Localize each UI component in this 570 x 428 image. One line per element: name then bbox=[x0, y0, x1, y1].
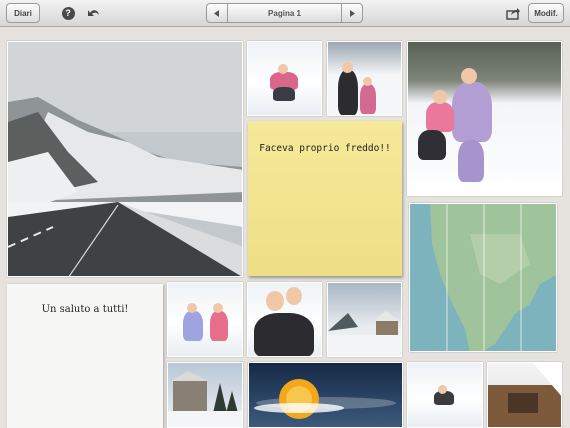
sun-cloud-icon bbox=[254, 379, 396, 419]
two-girls-snow-photo[interactable] bbox=[407, 41, 562, 196]
cabin-interior-image bbox=[488, 363, 561, 427]
jackets bbox=[254, 313, 314, 356]
yellow-note-text: Faceva proprio freddo!! bbox=[259, 143, 391, 154]
paper-note[interactable]: Un saluto a tutti! bbox=[7, 284, 163, 428]
face bbox=[286, 287, 302, 305]
triangle-left-icon bbox=[214, 9, 219, 17]
question-mark-circle-icon: ? bbox=[61, 6, 75, 20]
road-mountain-photo[interactable] bbox=[7, 41, 243, 277]
face bbox=[266, 291, 284, 311]
child-figure bbox=[183, 311, 203, 341]
child-head bbox=[438, 385, 447, 394]
page-navigator: Pagina 1 bbox=[206, 3, 363, 23]
previous-page-button[interactable] bbox=[206, 3, 228, 23]
map-card[interactable] bbox=[409, 203, 557, 352]
girl-head bbox=[461, 68, 477, 84]
road-mountain-image bbox=[8, 42, 242, 276]
child-head bbox=[187, 303, 197, 313]
kids-arms-out-photo[interactable] bbox=[167, 282, 243, 357]
child-legs bbox=[273, 87, 295, 101]
child-figure bbox=[360, 84, 376, 114]
yellow-sticky-note[interactable]: Faceva proprio freddo!! bbox=[248, 121, 402, 276]
child-figure bbox=[210, 311, 228, 341]
child-head bbox=[278, 64, 288, 74]
couple-selfie-photo[interactable] bbox=[247, 282, 322, 357]
edit-button[interactable]: Modif. bbox=[528, 3, 564, 23]
child-head bbox=[213, 303, 223, 313]
child-dark-pants bbox=[418, 130, 446, 160]
undo-arrow-icon bbox=[88, 9, 99, 16]
adult-head bbox=[342, 62, 353, 73]
stone-house-image bbox=[168, 371, 242, 427]
north-america-map bbox=[410, 204, 556, 351]
undo-button[interactable] bbox=[86, 5, 102, 21]
adult-figure bbox=[338, 70, 358, 115]
share-icon bbox=[505, 7, 520, 20]
parent-child-photo[interactable] bbox=[327, 41, 402, 116]
child-head bbox=[363, 77, 372, 86]
child-lying-snow-photo[interactable] bbox=[407, 362, 483, 428]
girl-purple-jacket bbox=[452, 82, 492, 142]
paper-note-text: Un saluto a tutti! bbox=[41, 304, 129, 315]
weather-card[interactable] bbox=[248, 362, 403, 428]
child-head bbox=[433, 90, 447, 104]
chalet-photo[interactable] bbox=[327, 282, 402, 357]
child-pink-jacket bbox=[426, 102, 454, 132]
help-button[interactable]: ? bbox=[60, 5, 76, 21]
kids-in-snow-photo-1[interactable] bbox=[247, 41, 322, 116]
girl-purple-pants bbox=[458, 140, 484, 182]
journals-button[interactable]: Diari bbox=[6, 3, 40, 23]
page-title: Pagina 1 bbox=[227, 3, 342, 23]
cabin-interior-photo[interactable] bbox=[487, 362, 562, 428]
share-button[interactable] bbox=[504, 5, 522, 21]
stone-house-photo[interactable] bbox=[167, 362, 243, 428]
chalet-image bbox=[328, 311, 401, 356]
triangle-right-icon bbox=[350, 9, 355, 17]
next-page-button[interactable] bbox=[341, 3, 363, 23]
top-toolbar: Diari ? Pagina 1 Modif. bbox=[0, 0, 570, 27]
